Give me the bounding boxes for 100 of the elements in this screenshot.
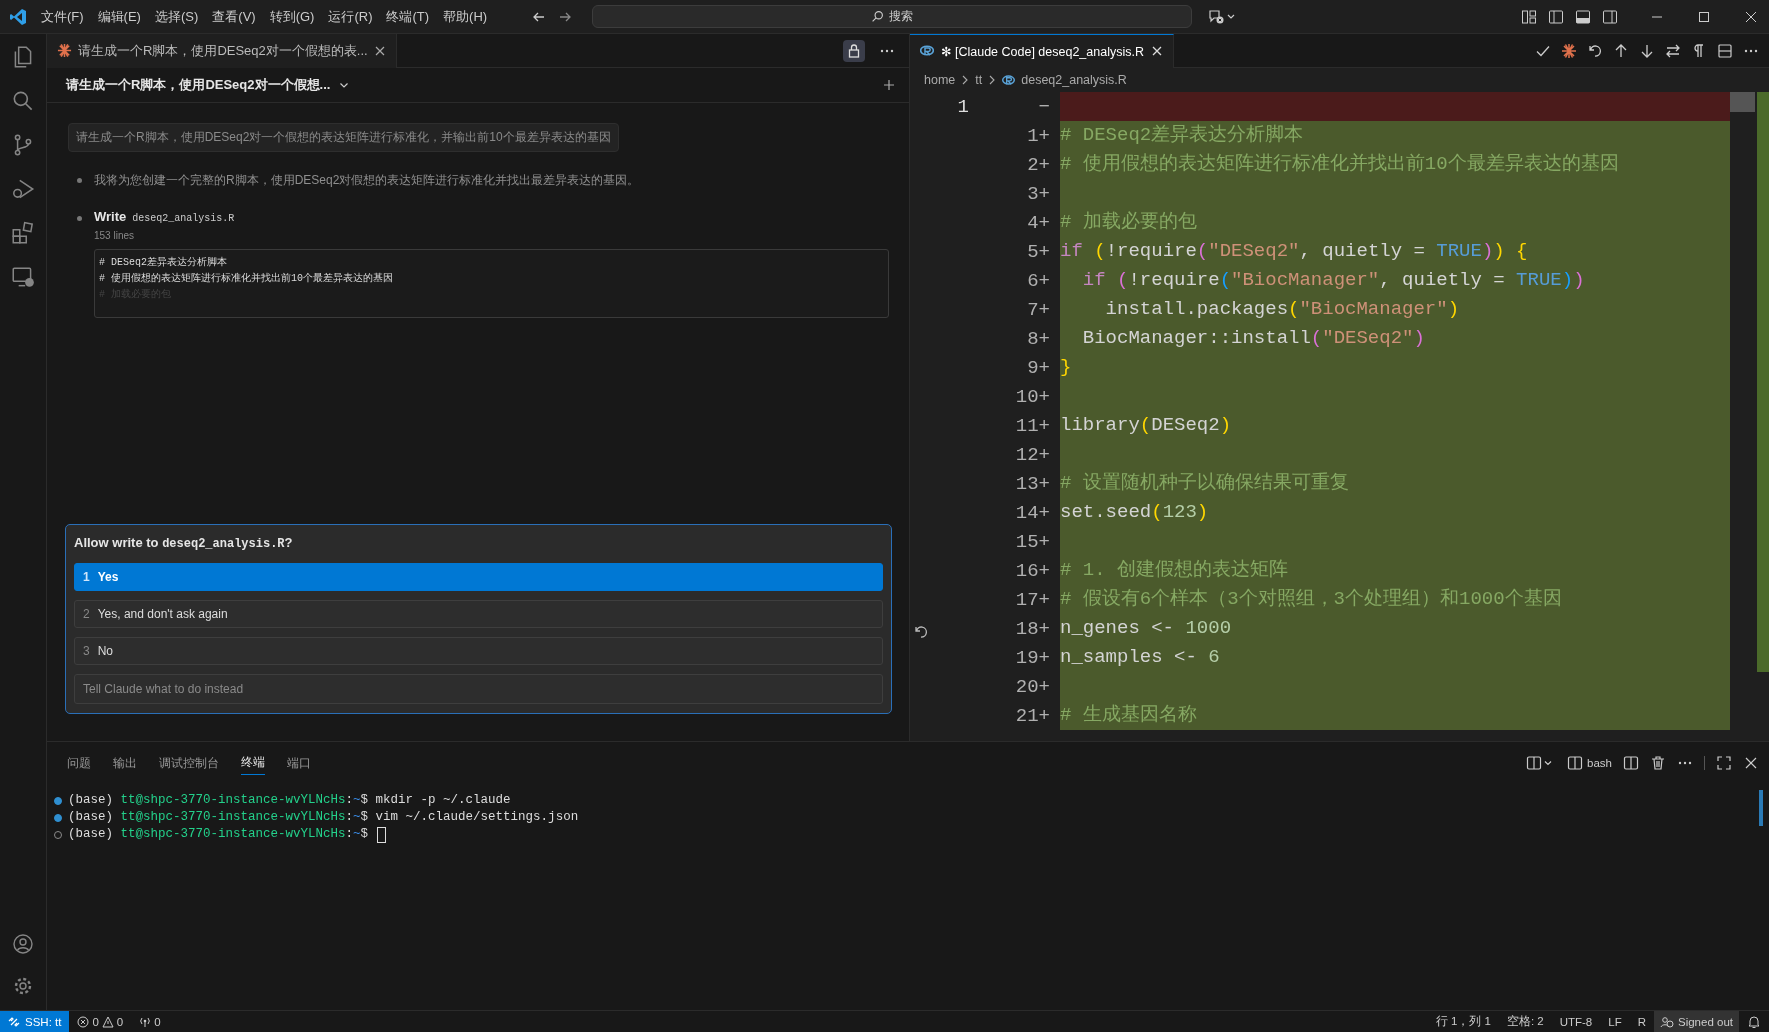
line-number: 20+	[1014, 675, 1051, 698]
plus-icon[interactable]	[883, 79, 895, 91]
r-file-icon	[920, 45, 934, 57]
line-number: 13+	[1014, 472, 1051, 495]
line-ending[interactable]: LF	[1600, 1015, 1630, 1028]
code-line: # DESeq2差异表达分析脚本	[99, 256, 228, 270]
line-number: 1	[956, 95, 969, 118]
more-icon[interactable]	[1677, 761, 1693, 765]
accounts-icon	[1660, 1015, 1674, 1028]
panel-tab[interactable]: 问题	[67, 751, 91, 775]
line-number: 2+	[1026, 153, 1051, 176]
line-number: 17+	[1014, 588, 1051, 611]
user-message: 请生成一个R脚本，使用DESeq2对一个假想的表达矩阵进行标准化，并输出前10个最差异表达的基因	[68, 123, 619, 152]
panel-toggle-icon[interactable]	[1575, 8, 1591, 25]
asterisk-icon[interactable]	[1561, 42, 1577, 59]
dialog-title: Allow write to deseq2_analysis.R?	[74, 535, 294, 551]
remote-icon	[8, 1015, 20, 1028]
line-number: 11+	[1014, 414, 1051, 437]
breadcrumb[interactable]: deseq2_analysis.R	[1021, 73, 1127, 87]
line-number: 15+	[1014, 530, 1051, 553]
close-icon[interactable]	[1743, 755, 1759, 771]
arrow-up-icon[interactable]	[1613, 42, 1629, 59]
chevron-right-icon	[961, 75, 970, 85]
close-icon[interactable]	[373, 44, 386, 57]
breadcrumb[interactable]: tt	[975, 73, 983, 87]
undo-icon[interactable]	[1587, 42, 1603, 59]
menu-item[interactable]: 转到(G)	[269, 7, 315, 26]
indentation[interactable]: 空格: 2	[1498, 1014, 1552, 1029]
file-name: deseq2_analysis.R	[132, 213, 235, 224]
asterisk-icon	[57, 43, 72, 58]
remote-indicator[interactable]: SSH: tt	[0, 1011, 70, 1032]
editor-tab[interactable]: ✻ [Claude Code] deseq2_analysis.R	[910, 33, 1174, 68]
chevron-right-icon	[988, 75, 997, 85]
broadcast-icon	[139, 1015, 152, 1028]
terminal-icon	[1567, 755, 1584, 771]
line-number: 16+	[1014, 559, 1051, 582]
panel-tab[interactable]: 端口	[287, 751, 311, 775]
more-icon[interactable]	[879, 48, 895, 53]
line-number: 7+	[1026, 298, 1051, 321]
arrow-down-icon[interactable]	[1639, 42, 1655, 59]
tool-action: Write	[94, 209, 127, 224]
line-number: 12+	[1014, 443, 1051, 466]
line-number: 6+	[1026, 269, 1051, 292]
code-line: # 使用假想的表达矩阵进行标准化并找出前10个最差异表达的基因	[99, 271, 394, 286]
language-mode[interactable]: R	[1629, 1015, 1654, 1028]
more-icon[interactable]	[1743, 48, 1759, 53]
line-number: 3+	[1026, 182, 1051, 205]
menu-item[interactable]: 编辑(E)	[97, 7, 141, 26]
lock-icon[interactable]	[843, 39, 865, 62]
account-status[interactable]: Signed out	[1654, 1011, 1739, 1032]
app-logo-icon	[9, 7, 27, 26]
terminal-line: (base) tt@shpc-3770-instance-wvYLNcHs:~$ vim ~/.claude/settings.json	[68, 809, 579, 826]
chat-tab[interactable]: 请生成一个R脚本，使用DESeq2对一个假想的表...	[47, 33, 397, 68]
sidebar-toggle-icon[interactable]	[1548, 8, 1564, 25]
maximize-panel-icon[interactable]	[1716, 755, 1732, 771]
menu-item[interactable]: 文件(F)	[41, 7, 84, 26]
warning-icon	[101, 1015, 114, 1028]
line-number: 9+	[1026, 356, 1051, 379]
line-count: 153 lines	[94, 230, 136, 241]
line-number: 5+	[1026, 240, 1051, 263]
layout-icon[interactable]	[1521, 8, 1537, 25]
line-number: 14+	[1014, 501, 1051, 524]
menu-item[interactable]: 查看(V)	[212, 7, 256, 26]
menu-item[interactable]: 运行(R)	[328, 7, 373, 26]
encoding[interactable]: UTF-8	[1551, 1015, 1601, 1028]
bell-icon[interactable]	[1747, 1014, 1761, 1029]
split-terminal-icon[interactable]	[1623, 755, 1639, 771]
cursor-position[interactable]: 行 1，列 1	[1427, 1014, 1499, 1029]
option-button[interactable]: 1 Yes	[74, 563, 883, 591]
terminal-line: (base) tt@shpc-3770-instance-wvYLNcHs:~$	[68, 826, 370, 843]
trash-icon[interactable]	[1650, 755, 1666, 771]
close-icon[interactable]	[1150, 45, 1163, 57]
panel-tab[interactable]: 调试控制台	[159, 751, 219, 775]
menu-item[interactable]: 选择(S)	[154, 7, 199, 26]
line-number: 1+	[1026, 124, 1051, 147]
option-button[interactable]: 2 Yes, and don't ask again	[74, 600, 883, 628]
panel-tab[interactable]: 终端	[241, 751, 265, 775]
breadcrumb[interactable]: home	[924, 73, 956, 87]
line-number: 10+	[1014, 385, 1051, 408]
menu-item[interactable]: 终端(T)	[386, 7, 430, 26]
search-field[interactable]: 搜索	[592, 5, 1193, 28]
terminal-tab[interactable]: bash	[1567, 755, 1612, 771]
option-button[interactable]: 3 No	[74, 637, 883, 665]
r-file-icon	[1002, 74, 1016, 86]
swap-icon[interactable]	[1665, 42, 1681, 59]
conversation-title[interactable]: 请生成一个R脚本，使用DESeq2对一个假想...	[66, 76, 331, 94]
line-number: 8+	[1026, 327, 1051, 350]
secondary-sidebar-icon[interactable]	[1602, 8, 1618, 25]
problems-indicator[interactable]: 0 0	[69, 1015, 132, 1028]
account-icon[interactable]	[11, 932, 35, 956]
ports-indicator[interactable]: 0	[131, 1015, 169, 1028]
extensions-icon[interactable]	[10, 220, 36, 246]
panel-tab[interactable]: 输出	[113, 751, 137, 775]
terminal-line: (base) tt@shpc-3770-instance-wvYLNcHs:~$ mkdir -p ~/.claude	[68, 792, 511, 809]
line-number: 18+	[1014, 617, 1051, 640]
revert-icon[interactable]	[913, 624, 929, 640]
menu-item[interactable]: 帮助(H)	[443, 7, 488, 26]
instruction-field[interactable]: Tell Claude what to do instead	[74, 674, 883, 704]
line-number: 21+	[1014, 704, 1051, 727]
split-editor-icon[interactable]	[1717, 42, 1733, 59]
